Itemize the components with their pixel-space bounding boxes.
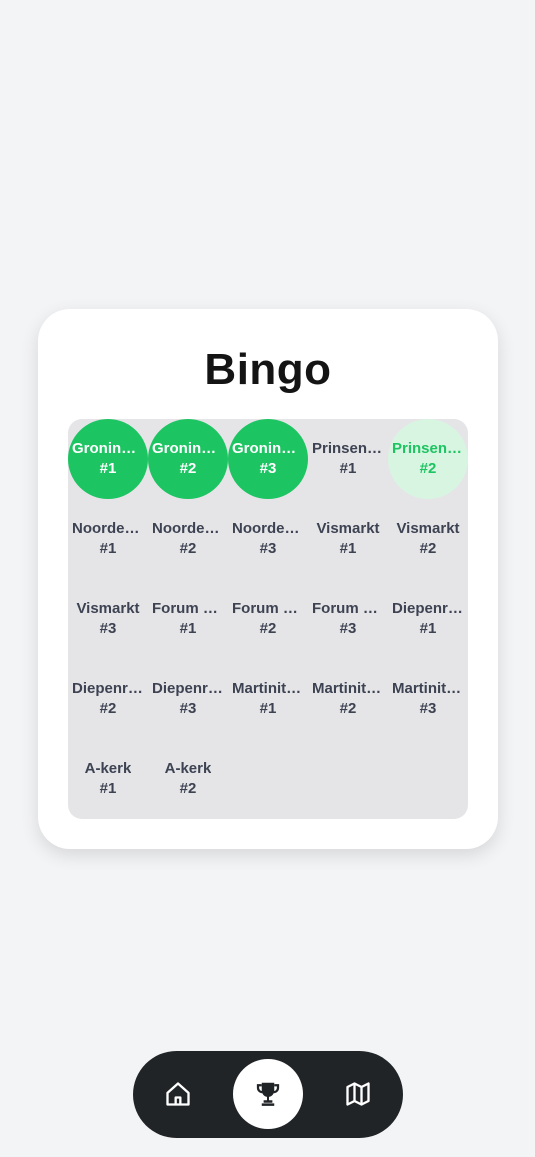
bingo-cell-number: #2 [99, 700, 117, 717]
bingo-cell-name: Diepenring [72, 680, 144, 697]
bingo-cell-name: Groningen [152, 440, 224, 457]
bingo-cell[interactable]: Diepenring #3 [148, 659, 228, 739]
bingo-cell[interactable]: Groningen #2 [148, 419, 228, 499]
nav-trophy-button[interactable] [233, 1059, 303, 1129]
bingo-cell[interactable]: Noorderplantsoen #3 [228, 499, 308, 579]
bingo-cell-number: #2 [339, 700, 357, 717]
bingo-cell-number: #1 [99, 460, 117, 477]
bingo-cell[interactable]: Groningen #3 [228, 419, 308, 499]
bingo-cell-number: #2 [179, 780, 197, 797]
bingo-cell[interactable]: Noorderplantsoen #1 [68, 499, 148, 579]
bingo-cell-number: #1 [179, 620, 197, 637]
bingo-cell[interactable]: Diepenring #2 [68, 659, 148, 739]
bingo-cell[interactable]: Forum Groningen #1 [148, 579, 228, 659]
bingo-cell-name: Noorderplantsoen [232, 520, 304, 537]
nav-map-button[interactable] [323, 1059, 393, 1129]
bingo-cell-number: #1 [99, 540, 117, 557]
bingo-cell-name: Martinitoren [312, 680, 384, 697]
bingo-cell-name: Noorderplantsoen [152, 520, 224, 537]
bingo-cell-number: #3 [179, 700, 197, 717]
bingo-cell-number: #3 [259, 460, 277, 477]
bingo-cell-name: Groningen [72, 440, 144, 457]
bingo-cell-name: Vismarkt [316, 520, 380, 537]
bingo-cell[interactable]: Noorderplantsoen #2 [148, 499, 228, 579]
bingo-cell-number: #2 [179, 540, 197, 557]
bingo-cell-name: A-kerk [164, 760, 212, 777]
bingo-cell-number: #1 [259, 700, 277, 717]
bingo-cell[interactable]: Diepenring #1 [388, 579, 468, 659]
bingo-cell-number: #1 [99, 780, 117, 797]
bingo-cell-number: #1 [339, 540, 357, 557]
bingo-cell-name: Groningen [232, 440, 304, 457]
bingo-cell[interactable]: Vismarkt #3 [68, 579, 148, 659]
bingo-cell-name: Forum Groningen [312, 600, 384, 617]
bingo-cell-number: #3 [339, 620, 357, 637]
bingo-cell-name: Forum Groningen [232, 600, 304, 617]
bingo-grid: Groningen #1 Groningen #2 Groningen #3 Prinsen… [68, 419, 468, 819]
bingo-cell[interactable]: Martinitoren #3 [388, 659, 468, 739]
trophy-icon [256, 1082, 280, 1106]
bingo-cell-number: #1 [339, 460, 357, 477]
bingo-cell-name: Diepenring [392, 600, 464, 617]
bingo-cell-number: #3 [99, 620, 117, 637]
bingo-cell[interactable]: Forum Groningen #3 [308, 579, 388, 659]
bingo-cell[interactable]: Groningen #1 [68, 419, 148, 499]
bingo-cell-number: #2 [419, 540, 437, 557]
bingo-cell-name: Prinsentuin [312, 440, 384, 457]
bingo-cell[interactable]: Prinsentuin #2 [388, 419, 468, 499]
app-screen: Bingo Groningen #1 Groningen #2 Groningen #3 P… [0, 0, 535, 1157]
bingo-cell-number: #2 [259, 620, 277, 637]
home-icon [166, 1082, 190, 1106]
bingo-card: Bingo Groningen #1 Groningen #2 Groningen #3 P… [38, 309, 498, 849]
bingo-cell-number: #2 [179, 460, 197, 477]
bingo-cell[interactable]: A-kerk #1 [68, 739, 148, 819]
bingo-cell-name: Martinitoren [392, 680, 464, 697]
bingo-cell[interactable]: Vismarkt #2 [388, 499, 468, 579]
page-title: Bingo [204, 345, 332, 394]
bingo-cell[interactable]: Forum Groningen #2 [228, 579, 308, 659]
bingo-cell[interactable]: Martinitoren #1 [228, 659, 308, 739]
bingo-cell-name: Vismarkt [76, 600, 140, 617]
bingo-cell-number: #1 [419, 620, 437, 637]
bingo-cell[interactable]: Prinsentuin #1 [308, 419, 388, 499]
bingo-cell-name: A-kerk [84, 760, 132, 777]
bingo-cell-name: Prinsentuin [392, 440, 464, 457]
bingo-cell-name: Martinitoren [232, 680, 304, 697]
bingo-cell[interactable]: A-kerk #2 [148, 739, 228, 819]
nav-home-button[interactable] [143, 1059, 213, 1129]
bottom-nav [133, 1051, 403, 1138]
bingo-cell-name: Noorderplantsoen [72, 520, 144, 537]
map-icon [346, 1082, 370, 1106]
bingo-cell[interactable]: Vismarkt #1 [308, 499, 388, 579]
bingo-cell-name: Vismarkt [396, 520, 460, 537]
bingo-cell-number: #3 [259, 540, 277, 557]
bingo-cell-number: #3 [419, 700, 437, 717]
bingo-cell[interactable]: Martinitoren #2 [308, 659, 388, 739]
bingo-cell-number: #2 [419, 460, 437, 477]
bingo-cell-name: Diepenring [152, 680, 224, 697]
bingo-cell-name: Forum Groningen [152, 600, 224, 617]
